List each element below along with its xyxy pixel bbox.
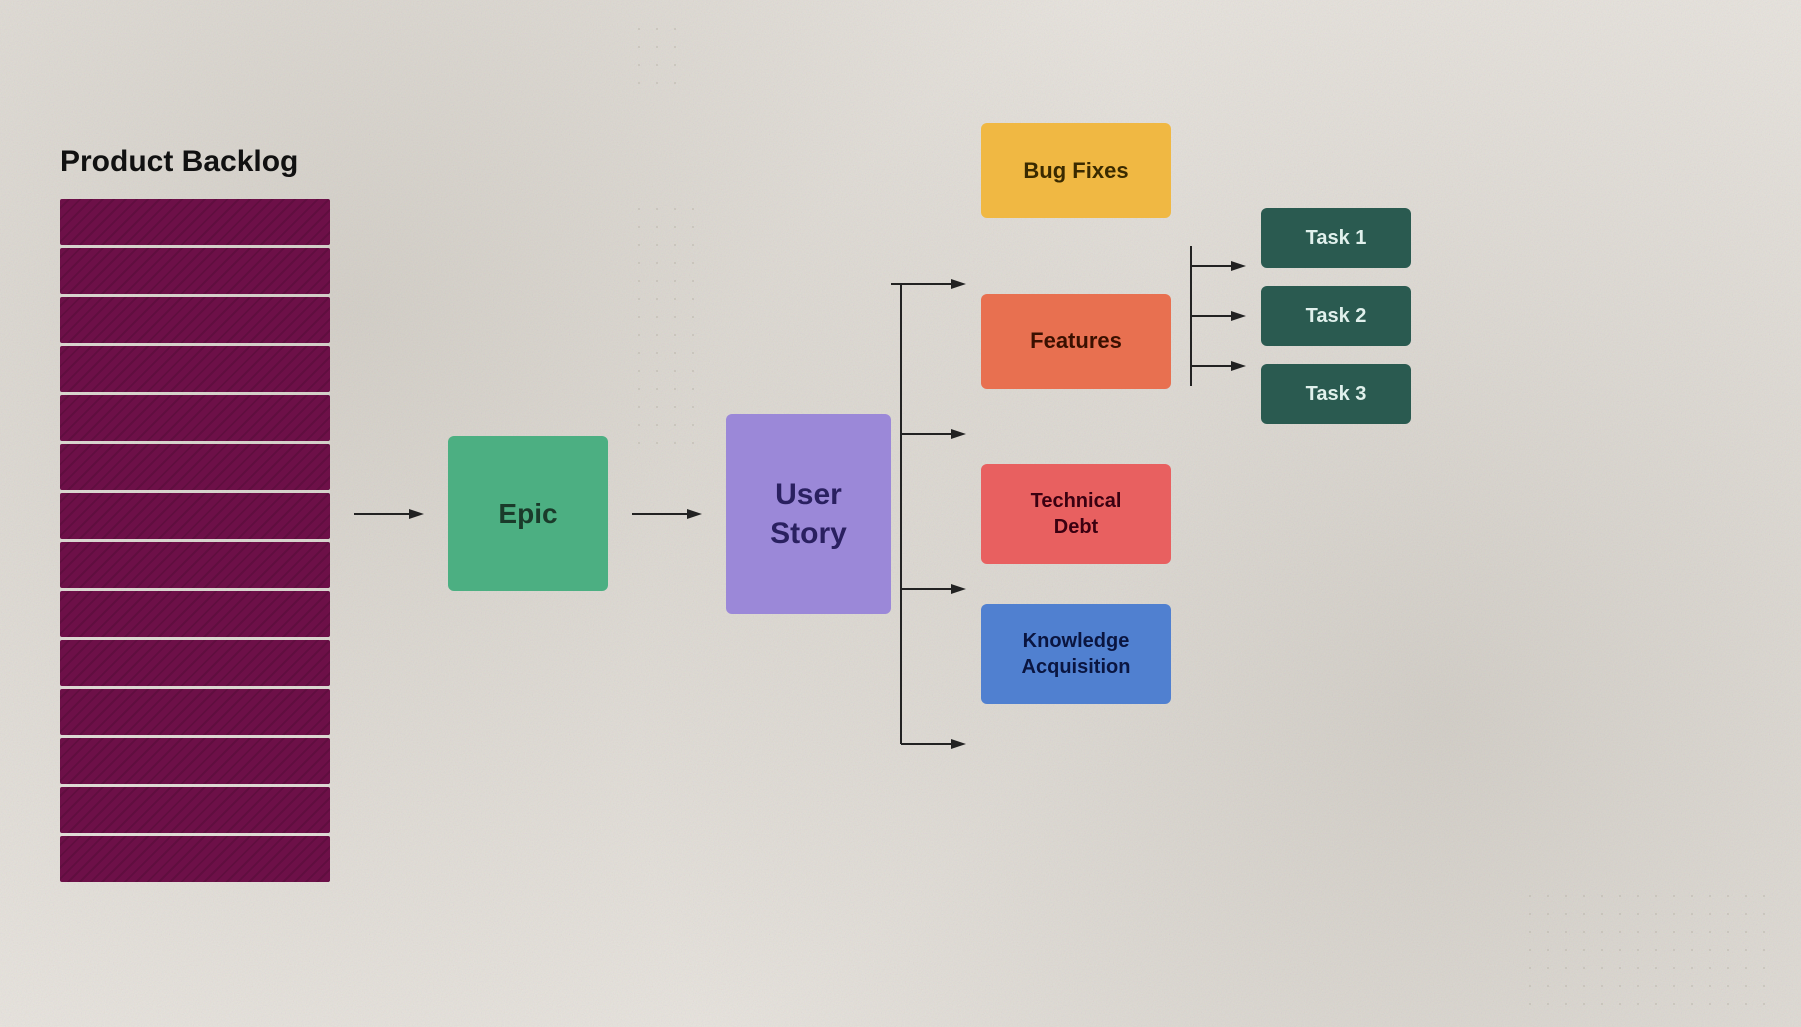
- knowledge-box: Knowledge Acquisition: [981, 604, 1171, 704]
- backlog-item: [60, 787, 330, 833]
- epic-box: Epic: [448, 436, 608, 591]
- tasks-column: Task 1 Task 2 Task 3: [1261, 208, 1411, 424]
- task1-box: Task 1: [1261, 208, 1411, 268]
- task3-row: Task 3: [1261, 364, 1411, 424]
- task3-label: Task 3: [1306, 383, 1367, 406]
- task1-label: Task 1: [1306, 227, 1367, 250]
- features-box: Features: [981, 294, 1171, 389]
- arrow-epic-to-userstory: [608, 504, 726, 524]
- categories-column: Bug Fixes Features: [981, 123, 1411, 704]
- task2-label: Task 2: [1306, 305, 1367, 328]
- backlog-item: [60, 444, 330, 490]
- backlog-item: [60, 199, 330, 245]
- task2-box: Task 2: [1261, 286, 1411, 346]
- backlog-item: [60, 248, 330, 294]
- tech-debt-box: Technical Debt: [981, 464, 1171, 564]
- backlog-item: [60, 346, 330, 392]
- bug-fixes-row: Bug Fixes: [981, 123, 1411, 218]
- backlog-item: [60, 542, 330, 588]
- features-row: Features: [981, 258, 1411, 424]
- tech-debt-label: Technical Debt: [1031, 488, 1122, 540]
- backlog-item: [60, 836, 330, 882]
- bug-fixes-label: Bug Fixes: [1023, 158, 1128, 184]
- backlog-item: [60, 640, 330, 686]
- backlog-section: Product Backlog: [60, 145, 330, 882]
- backlog-title: Product Backlog: [60, 145, 298, 179]
- diagram-container: Product Backlog Epic: [0, 0, 1801, 1027]
- branch-connector-area: [891, 204, 981, 824]
- arrow-svg: [632, 504, 702, 524]
- user-story-box: User Story: [726, 414, 891, 614]
- backlog-item: [60, 493, 330, 539]
- knowledge-row: Knowledge Acquisition: [981, 604, 1411, 704]
- backlog-item: [60, 738, 330, 784]
- tech-debt-row: Technical Debt: [981, 464, 1411, 564]
- features-label: Features: [1030, 328, 1122, 354]
- task3-box: Task 3: [1261, 364, 1411, 424]
- task1-row: Task 1: [1261, 208, 1411, 268]
- backlog-item: [60, 297, 330, 343]
- features-to-tasks-connector: [1171, 266, 1261, 416]
- arrow-svg: [354, 504, 424, 524]
- backlog-item: [60, 591, 330, 637]
- user-story-label: User Story: [770, 475, 847, 553]
- tasks-branch-svg: [1171, 216, 1261, 416]
- backlog-item: [60, 689, 330, 735]
- knowledge-label: Knowledge Acquisition: [1022, 628, 1131, 680]
- branch-lines-svg: [891, 204, 981, 824]
- arrow-backlog-to-epic: [330, 504, 448, 524]
- backlog-item: [60, 395, 330, 441]
- task2-row: Task 2: [1261, 286, 1411, 346]
- epic-label: Epic: [498, 498, 557, 530]
- backlog-stack: [60, 199, 330, 882]
- bug-fixes-box: Bug Fixes: [981, 123, 1171, 218]
